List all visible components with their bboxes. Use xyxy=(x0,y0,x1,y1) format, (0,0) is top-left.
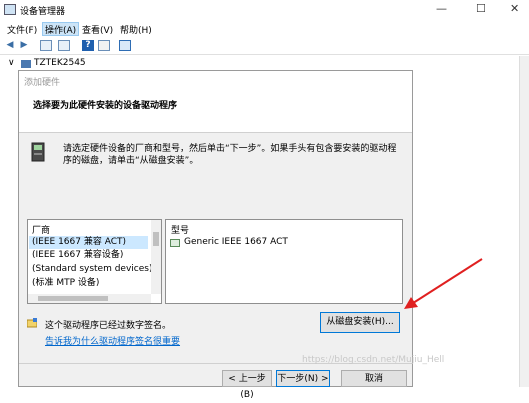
forward-arrow-icon[interactable]: ▶ xyxy=(18,40,30,51)
window-titlebar xyxy=(0,0,529,20)
have-disk-button[interactable]: 从磁盘安装(H)... xyxy=(320,312,400,333)
watermark-text: https://blog.csdn.net/Mujiu_Hell xyxy=(302,355,445,365)
dialog-titlebar xyxy=(19,71,412,93)
device-manager-icon xyxy=(4,4,16,15)
tree-expander-icon[interactable]: ∨ xyxy=(8,58,15,68)
menu-help[interactable]: 帮助(H) xyxy=(118,23,154,36)
manufacturer-header: 厂商 xyxy=(32,226,51,236)
driver-update-icon[interactable] xyxy=(98,40,110,51)
menu-file[interactable]: 文件(F) xyxy=(5,23,39,36)
back-arrow-icon[interactable]: ◀ xyxy=(4,40,16,51)
window-title: 设备管理器 xyxy=(20,7,66,17)
next-button[interactable]: 下一步(N) > xyxy=(276,370,330,387)
cancel-button[interactable]: 取消 xyxy=(341,370,407,387)
back-button[interactable]: < 上一步(B) xyxy=(222,370,272,400)
dialog-description: 请选定硬件设备的厂商和型号，然后单击“下一步”。如果手头有包含要安装的驱动程序的… xyxy=(63,144,397,166)
manufacturer-scrollbar-v[interactable] xyxy=(151,220,161,294)
properties-icon[interactable] xyxy=(40,40,52,51)
manufacturer-item[interactable]: (标准 MTP 设备) xyxy=(29,277,148,290)
background-pane xyxy=(413,56,529,387)
manufacturer-item[interactable]: (IEEE 1667 兼容设备) xyxy=(29,249,148,262)
model-header: 型号 xyxy=(171,226,190,236)
maximize-button[interactable]: ☐ xyxy=(476,2,486,15)
manufacturer-list[interactable]: 厂商 (IEEE 1667 兼容 ACT) (IEEE 1667 兼容设备) (… xyxy=(27,219,162,304)
dialog-heading: 选择要为此硬件安装的设备驱动程序 xyxy=(33,101,178,111)
monitor-icon[interactable] xyxy=(119,40,131,51)
toolbar xyxy=(0,37,529,55)
menu-view[interactable]: 查看(V) xyxy=(80,23,115,36)
annotation-arrow-icon xyxy=(404,258,483,309)
driver-signing-link[interactable]: 告诉我为什么驱动程序签名很重要 xyxy=(45,334,180,347)
help-icon[interactable]: ? xyxy=(82,40,94,51)
dialog-title: 添加硬件 xyxy=(24,78,61,88)
hardware-device-icon xyxy=(31,142,45,162)
model-list[interactable]: 型号 Generic IEEE 1667 ACT xyxy=(165,219,403,304)
manufacturer-item[interactable]: (IEEE 1667 兼容 ACT) xyxy=(29,236,148,249)
driver-model-icon xyxy=(170,239,180,247)
signature-shield-icon xyxy=(26,318,38,328)
minimize-button[interactable]: — xyxy=(436,2,447,15)
model-item[interactable]: Generic IEEE 1667 ACT xyxy=(181,236,381,249)
close-button[interactable]: ✕ xyxy=(510,2,519,15)
menu-action[interactable]: 操作(A) xyxy=(42,22,80,36)
tree-root-computer[interactable]: TZTEK2545 xyxy=(34,58,86,68)
signed-driver-note: 这个驱动程序已经过数字签名。 xyxy=(45,321,172,331)
show-hide-console-icon[interactable] xyxy=(58,40,70,51)
manufacturer-item[interactable]: (Standard system devices) xyxy=(29,263,152,276)
computer-icon xyxy=(21,60,31,68)
main-scrollbar[interactable] xyxy=(519,56,529,387)
manufacturer-scrollbar-h[interactable] xyxy=(28,294,151,303)
